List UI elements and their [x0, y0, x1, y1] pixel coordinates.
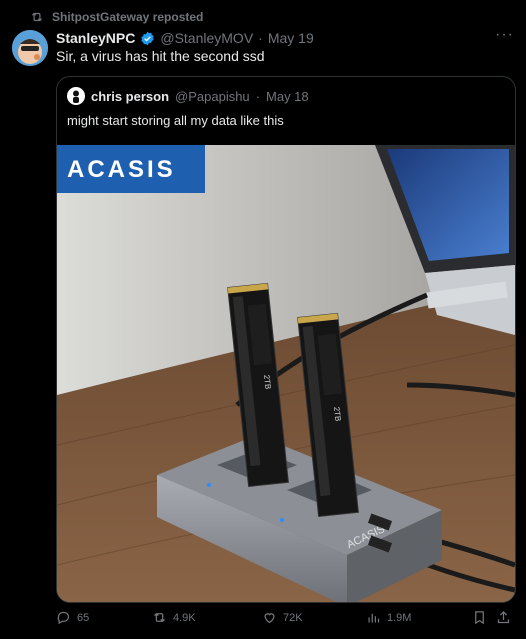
quoted-post-header: chris person @Papapishu · May 18	[67, 87, 309, 105]
views-count: 1.9M	[387, 611, 412, 624]
author-avatar[interactable]	[12, 30, 48, 66]
quoted-post-image[interactable]: 2TB 2TB ACASIS ACASIS	[57, 145, 515, 602]
reply-button[interactable]: 65	[56, 610, 89, 625]
verified-badge-icon	[141, 31, 155, 45]
drive-label-1: 2TB	[262, 374, 272, 390]
reply-icon	[57, 611, 70, 625]
repost-action-icon	[154, 612, 165, 623]
repost-label: ShitpostGateway reposted	[52, 10, 204, 24]
author-handle[interactable]: @StanleyMOV	[160, 30, 253, 46]
post-date[interactable]: May 19	[268, 30, 314, 46]
quoted-post-date[interactable]: May 18	[266, 89, 309, 104]
repost-indicator[interactable]: ShitpostGateway reposted	[30, 8, 203, 26]
quoted-author-name[interactable]: chris person	[91, 89, 169, 104]
quoted-author-handle[interactable]: @Papapishu	[175, 89, 250, 104]
like-count: 72K	[283, 611, 303, 624]
heart-icon	[264, 613, 275, 624]
author-name[interactable]: StanleyNPC	[56, 30, 135, 46]
drive-label-2: 2TB	[332, 406, 342, 422]
repost-button[interactable]: 4.9K	[152, 610, 196, 625]
post-text: Sir, a virus has hit the second ssd	[56, 48, 265, 64]
quoted-author-avatar[interactable]	[67, 87, 85, 105]
share-button[interactable]	[496, 610, 511, 625]
more-options-icon[interactable]: ···	[495, 26, 514, 44]
bookmark-icon	[475, 611, 484, 625]
views-icon	[368, 613, 380, 623]
repost-icon	[31, 12, 43, 22]
quoted-meta-separator: ·	[255, 88, 261, 104]
bookmark-button[interactable]	[472, 610, 487, 625]
views-button[interactable]: 1.9M	[366, 610, 411, 625]
quoted-post-text: might start storing all my data like thi…	[67, 113, 284, 128]
like-button[interactable]: 72K	[262, 610, 303, 625]
post-header: StanleyNPC @StanleyMOV · May 19	[56, 28, 314, 48]
share-icon	[497, 610, 510, 624]
reply-count: 65	[77, 611, 90, 624]
repost-count: 4.9K	[173, 611, 196, 624]
meta-separator: ·	[258, 30, 263, 46]
action-bar: 65 4.9K 72K 1.9M	[56, 610, 516, 632]
brand-banner-text: ACASIS	[67, 156, 176, 183]
quoted-post[interactable]: chris person @Papapishu · May 18 might s…	[56, 76, 516, 603]
